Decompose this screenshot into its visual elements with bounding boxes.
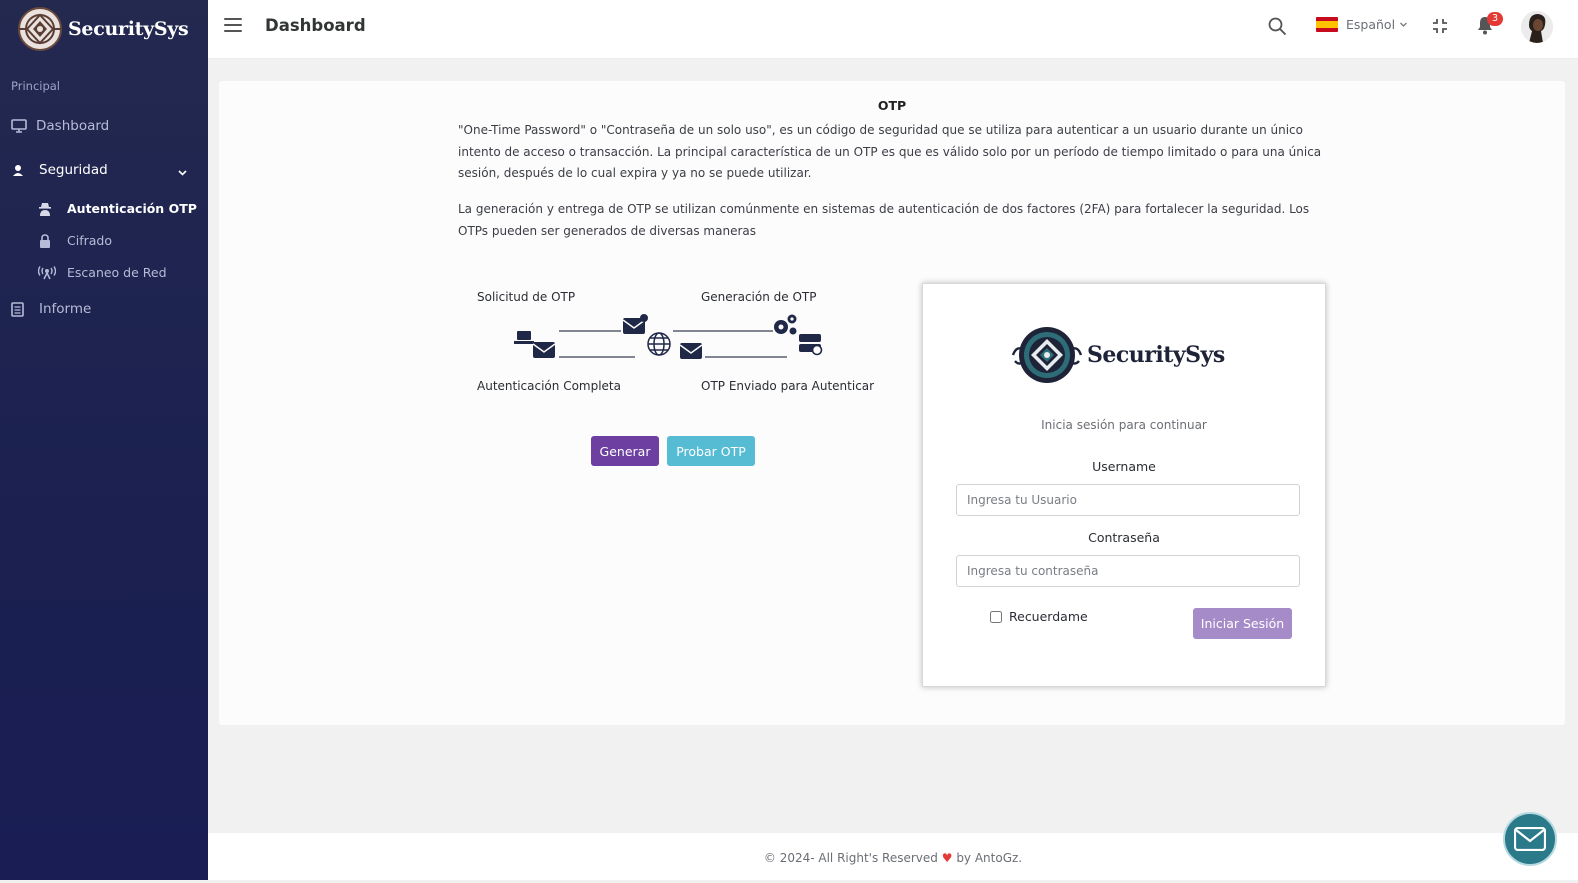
login-brand-name: SecuritySys [1087, 342, 1225, 368]
monitor-icon [11, 119, 27, 133]
sidebar-item-label: Dashboard [36, 118, 110, 134]
password-label: Contraseña [1088, 530, 1160, 545]
sidebar-item-autenticacion-otp[interactable]: Autenticación OTP [38, 201, 197, 216]
sidebar: SecuritySys Principal Dashboard Segurida… [0, 0, 208, 880]
chevron-down-icon [1400, 22, 1408, 27]
test-otp-button[interactable]: Probar OTP [667, 436, 755, 466]
password-input[interactable] [956, 555, 1300, 587]
login-panel: SecuritySys Inicia sesión para continuar… [922, 283, 1326, 687]
language-label: Español [1346, 17, 1396, 32]
exit-fullscreen-icon[interactable] [1432, 18, 1448, 34]
sidebar-item-label: Cifrado [67, 233, 112, 248]
page-title: Dashboard [265, 16, 366, 35]
sidebar-item-dashboard[interactable]: Dashboard [11, 118, 109, 134]
search-icon[interactable] [1268, 17, 1287, 36]
avatar[interactable] [1521, 11, 1553, 43]
remember-checkbox[interactable] [990, 610, 1002, 623]
securitysys-logo-icon [1011, 327, 1083, 383]
lock-icon [40, 233, 50, 248]
remember-me[interactable]: Recuerdame [990, 609, 1088, 624]
shield-user-icon [13, 165, 23, 176]
language-selector[interactable]: Español [1316, 17, 1408, 32]
mail-icon [1514, 827, 1546, 851]
username-label: Username [1092, 459, 1156, 474]
envelope-icon [622, 314, 648, 334]
envelope-icon [679, 343, 703, 359]
footer-copyright: © 2024- All Right's Reserved [763, 851, 938, 865]
gears-icon [774, 314, 797, 335]
generate-otp-button[interactable]: Generar [591, 436, 659, 466]
server-icon [799, 334, 823, 356]
footer-author: by AntoGz. [956, 851, 1023, 865]
sidebar-item-informe[interactable]: Informe [11, 301, 91, 317]
sidebar-item-label: Informe [39, 301, 92, 317]
globe-icon [647, 332, 671, 356]
sidebar-item-seguridad[interactable]: Seguridad [11, 162, 108, 178]
sidebar-item-label: Seguridad [39, 162, 108, 178]
laptop-icon [514, 331, 534, 344]
login-subtitle: Inicia sesión para continuar [1041, 418, 1207, 432]
menu-toggle-icon[interactable] [224, 18, 242, 32]
brand-name: SecuritySys [68, 18, 189, 40]
user-secret-icon [39, 202, 51, 216]
login-button[interactable]: Iniciar Sesión [1193, 608, 1292, 639]
spain-flag-icon [1316, 17, 1338, 32]
login-brand: SecuritySys [1011, 324, 1225, 386]
document-icon [11, 301, 24, 317]
user-avatar-icon [1521, 11, 1553, 43]
topbar: Dashboard Español 3 [208, 0, 1578, 59]
sidebar-item-label: Autenticación OTP [67, 201, 197, 216]
diagram-label-sent: OTP Enviado para Autenticar [701, 379, 875, 393]
heart-icon: ♥ [941, 851, 953, 865]
otp-generation-description: La generación y entrega de OTP se utiliz… [458, 202, 1310, 238]
sidebar-item-escaneo-de-red[interactable]: Escaneo de Red [38, 265, 167, 280]
diagram-label-generation: Generación de OTP [701, 290, 817, 304]
chevron-down-icon[interactable] [178, 168, 187, 177]
diagram-label-request: Solicitud de OTP [477, 290, 576, 304]
otp-flow-diagram [514, 314, 823, 359]
chat-button[interactable] [1503, 812, 1557, 866]
broadcast-icon [38, 265, 56, 279]
notification-badge: 3 [1487, 12, 1504, 26]
sidebar-item-label: Escaneo de Red [67, 265, 167, 280]
sidebar-item-cifrado[interactable]: Cifrado [38, 233, 112, 248]
brand[interactable]: SecuritySys [16, 6, 189, 52]
sidebar-section-title: Principal [11, 79, 61, 93]
otp-description: "One-Time Password" o "Contraseña de un … [458, 123, 1322, 180]
section-title: OTP [877, 98, 907, 113]
footer: © 2024- All Right's Reserved ♥ by AntoGz… [208, 833, 1578, 880]
username-input[interactable] [956, 484, 1300, 516]
remember-label: Recuerdame [1009, 609, 1088, 624]
envelope-icon [532, 342, 556, 358]
securitysys-logo-icon [18, 7, 62, 51]
otp-card: OTP "One-Time Password" o "Contraseña de… [219, 81, 1565, 725]
diagram-label-complete: Autenticación Completa [477, 379, 621, 393]
